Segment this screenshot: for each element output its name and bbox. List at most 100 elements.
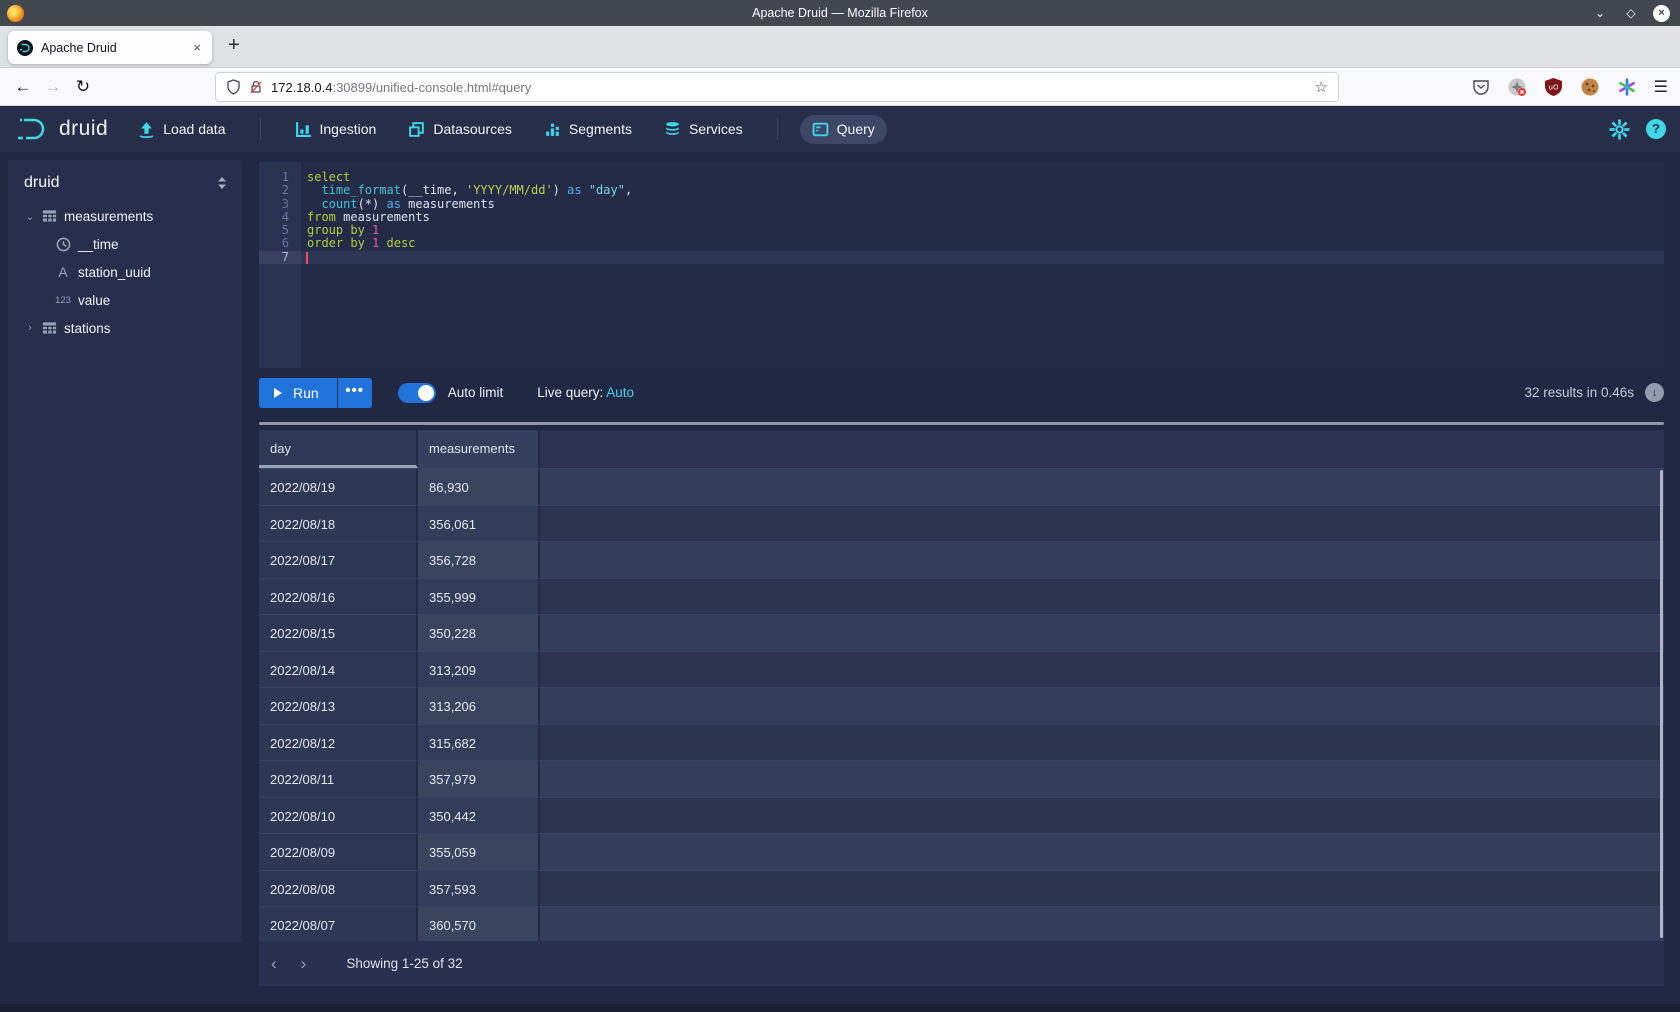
table-row: 2022/08/07360,570	[259, 906, 1664, 941]
nav-item-segments[interactable]: Segments	[532, 115, 644, 144]
cell-day[interactable]: 2022/08/08	[259, 870, 418, 907]
cell-measurements[interactable]: 355,999	[418, 578, 540, 615]
nav-item-services[interactable]: Services	[652, 115, 755, 144]
tree-column-value[interactable]: 123value	[8, 286, 242, 314]
pocket-icon[interactable]	[1472, 78, 1490, 96]
run-more-button[interactable]: •••	[338, 378, 372, 408]
window-close-icon[interactable]: ×	[1653, 5, 1670, 22]
tree-table-measurements[interactable]: ⌄measurements	[8, 202, 242, 230]
settings-gear-icon[interactable]	[1609, 119, 1630, 140]
column-header-day[interactable]: day	[259, 430, 418, 468]
cell-day[interactable]: 2022/08/18	[259, 505, 418, 542]
run-bar: Run ••• Auto limit Live query: Auto 32 r…	[259, 377, 1664, 408]
tree-column-station_uuid[interactable]: Astation_uuid	[8, 258, 242, 286]
editor-code[interactable]: select time_format(__time, 'YYYY/MM/dd')…	[301, 162, 1664, 368]
chevron-down-icon[interactable]: ⌄	[22, 210, 38, 223]
cell-measurements[interactable]: 350,442	[418, 797, 540, 834]
help-icon[interactable]: ?	[1646, 119, 1666, 139]
tree-table-stations[interactable]: ›stations	[8, 314, 242, 342]
insecure-lock-icon[interactable]	[249, 79, 263, 95]
nav-item-load-data[interactable]: Load data	[126, 115, 237, 144]
cell-day[interactable]: 2022/08/07	[259, 906, 418, 941]
cell-day[interactable]: 2022/08/17	[259, 541, 418, 578]
tree-label: __time	[78, 237, 119, 252]
run-button[interactable]: Run	[259, 378, 337, 408]
nav-item-datasources[interactable]: Datasources	[396, 115, 524, 144]
cell-measurements[interactable]: 350,228	[418, 614, 540, 651]
code-line[interactable]: group by 1	[301, 224, 1664, 237]
tracking-shield-icon[interactable]	[226, 79, 241, 95]
multicolor-asterisk-icon[interactable]	[1617, 77, 1637, 97]
run-button-label: Run	[293, 385, 319, 401]
table-row: 2022/08/1986,930	[259, 468, 1664, 505]
row-filler	[540, 541, 1664, 578]
new-tab-button[interactable]: +	[228, 34, 240, 57]
code-line[interactable]: from measurements	[301, 211, 1664, 224]
nav-item-query[interactable]: Query	[800, 115, 887, 144]
line-number: 7	[259, 251, 301, 264]
cell-measurements[interactable]: 355,059	[418, 833, 540, 870]
cell-day[interactable]: 2022/08/12	[259, 724, 418, 761]
download-icon[interactable]: ↓	[1645, 383, 1664, 402]
code-line[interactable]: count(*) as measurements	[301, 198, 1664, 211]
cell-measurements[interactable]: 356,728	[418, 541, 540, 578]
extension-disabled-icon[interactable]	[1507, 77, 1527, 97]
cell-day[interactable]: 2022/08/15	[259, 614, 418, 651]
prev-page-icon[interactable]: ‹	[259, 954, 289, 974]
code-line[interactable]: time_format(__time, 'YYYY/MM/dd') as "da…	[301, 184, 1664, 197]
url-bar[interactable]: 172.18.0.4:30899/unified-console.html#qu…	[215, 72, 1339, 102]
code-line[interactable]	[301, 251, 1664, 264]
double-caret-icon[interactable]	[216, 176, 228, 190]
url-text[interactable]: 172.18.0.4:30899/unified-console.html#qu…	[271, 80, 1315, 95]
sql-editor[interactable]: 1234567 select time_format(__time, 'YYYY…	[259, 162, 1664, 368]
menu-icon[interactable]: ☰	[1654, 77, 1668, 97]
nav-item-ingestion[interactable]: Ingestion	[283, 115, 389, 144]
window-minimize-icon[interactable]: ⌄	[1591, 6, 1609, 20]
next-page-icon[interactable]: ›	[289, 954, 319, 974]
cell-day[interactable]: 2022/08/11	[259, 760, 418, 797]
schema-selector[interactable]: druid	[24, 174, 60, 192]
window-restore-icon[interactable]: ◇	[1622, 6, 1640, 20]
row-filler	[540, 833, 1664, 870]
code-line[interactable]: order by 1 desc	[301, 237, 1664, 250]
cell-measurements[interactable]: 86,930	[418, 468, 540, 505]
live-query-label[interactable]: Live query: Auto	[537, 385, 634, 400]
cell-day[interactable]: 2022/08/14	[259, 651, 418, 688]
cell-day[interactable]: 2022/08/13	[259, 687, 418, 724]
nav-item-label: Ingestion	[320, 121, 377, 137]
cell-day[interactable]: 2022/08/10	[259, 797, 418, 834]
code-line[interactable]: select	[301, 171, 1664, 184]
cell-day[interactable]: 2022/08/16	[259, 578, 418, 615]
cell-measurements[interactable]: 313,206	[418, 687, 540, 724]
back-button[interactable]: ←	[8, 77, 38, 97]
line-number: 6	[259, 237, 301, 250]
cell-measurements[interactable]: 357,593	[418, 870, 540, 907]
ingestion-icon	[295, 121, 312, 138]
schema-sidebar: druid ⌄measurements __time Astation_uuid12…	[8, 160, 242, 942]
tree-column-__time[interactable]: __time	[8, 230, 242, 258]
table-row: 2022/08/17356,728	[259, 541, 1664, 578]
druid-logo[interactable]: druid	[16, 116, 108, 142]
query-icon	[812, 121, 829, 138]
tab-apache-druid[interactable]: Apache Druid ×	[8, 31, 212, 64]
cell-measurements[interactable]: 357,979	[418, 760, 540, 797]
cell-day[interactable]: 2022/08/09	[259, 833, 418, 870]
cookie-icon[interactable]	[1580, 77, 1600, 97]
chevron-right-icon[interactable]: ›	[22, 322, 38, 334]
live-query-value[interactable]: Auto	[606, 385, 634, 400]
auto-limit-toggle[interactable]	[398, 383, 436, 403]
forward-button[interactable]: →	[38, 77, 68, 97]
cell-measurements[interactable]: 315,682	[418, 724, 540, 761]
pane-splitter-handle[interactable]	[259, 422, 1664, 425]
ublock-origin-icon[interactable]: uO	[1544, 77, 1563, 97]
row-filler	[540, 651, 1664, 688]
cell-day[interactable]: 2022/08/19	[259, 468, 418, 505]
reload-button[interactable]: ↻	[68, 77, 98, 97]
cell-measurements[interactable]: 360,570	[418, 906, 540, 941]
bookmark-star-icon[interactable]: ☆	[1315, 78, 1328, 96]
cell-measurements[interactable]: 313,209	[418, 651, 540, 688]
cell-measurements[interactable]: 356,061	[418, 505, 540, 542]
column-header-measurements[interactable]: measurements	[418, 430, 540, 468]
table-scrollbar[interactable]	[1660, 470, 1663, 938]
tab-close-icon[interactable]: ×	[191, 40, 203, 55]
